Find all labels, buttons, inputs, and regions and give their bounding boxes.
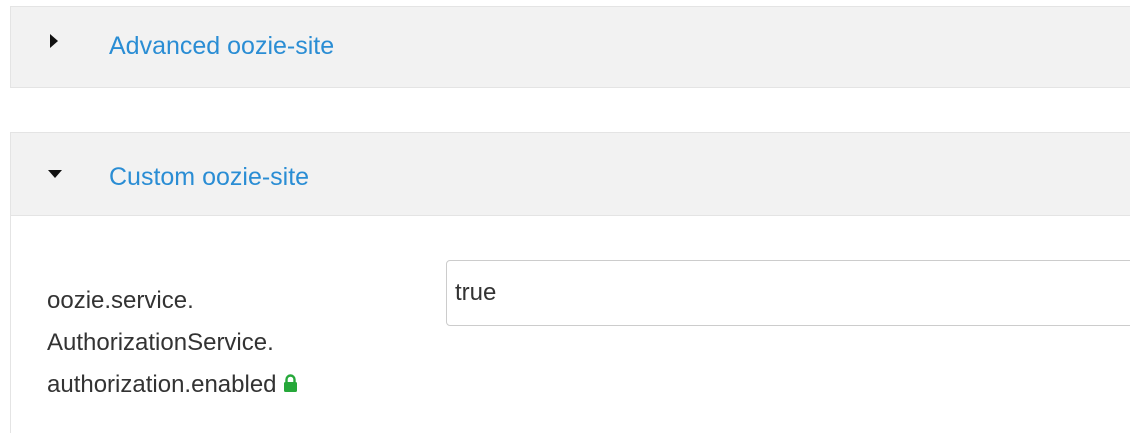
config-page: Advanced oozie-site Custom oozie-site oo… xyxy=(0,0,1130,433)
property-value-input[interactable] xyxy=(446,260,1130,326)
lock-icon xyxy=(283,374,297,392)
property-label: oozie.service. AuthorizationService. aut… xyxy=(47,280,407,406)
advanced-oozie-site-title[interactable]: Advanced oozie-site xyxy=(109,32,334,61)
property-label-text: authorization.enabled xyxy=(47,371,277,398)
property-label-line: AuthorizationService. xyxy=(47,329,274,356)
caret-right-icon[interactable] xyxy=(47,33,63,49)
custom-oozie-site-body: oozie.service. AuthorizationService. aut… xyxy=(10,216,1130,433)
custom-oozie-site-title[interactable]: Custom oozie-site xyxy=(109,163,309,192)
caret-down-icon[interactable] xyxy=(47,167,63,183)
advanced-oozie-site-header[interactable]: Advanced oozie-site xyxy=(10,6,1130,88)
property-label-line: authorization.enabled xyxy=(47,364,407,406)
custom-oozie-site-header[interactable]: Custom oozie-site xyxy=(10,132,1130,216)
property-label-line: oozie.service. xyxy=(47,287,194,314)
